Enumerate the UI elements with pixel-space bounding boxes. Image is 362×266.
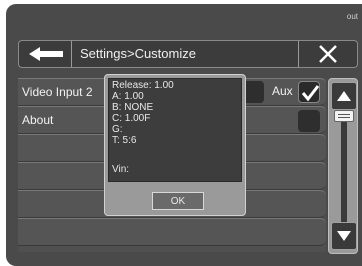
page-title: Settings>Customize (80, 46, 196, 61)
t-version-text: T: 5:6 (112, 135, 137, 146)
a-version-text: A: 1.00 (112, 91, 144, 102)
about-checkbox[interactable] (298, 110, 320, 132)
g-version-text: G: (112, 124, 123, 135)
list-item (18, 218, 326, 246)
b-version-text: B: NONE (112, 102, 154, 113)
scroll-up-button[interactable] (331, 82, 357, 110)
back-button[interactable] (20, 41, 72, 67)
corner-status-text: out (346, 12, 358, 21)
release-text: Release: 1.00 (112, 80, 174, 91)
arrow-left-icon (28, 47, 63, 61)
list-item-label: Video Input 2 (22, 85, 93, 99)
triangle-down-icon (337, 231, 351, 241)
aux-label: Aux (272, 84, 293, 98)
triangle-up-icon (337, 91, 351, 101)
close-icon (318, 45, 337, 63)
vin-text: Vin: (112, 164, 130, 175)
scroll-track (341, 112, 347, 222)
scroll-down-button[interactable] (331, 222, 357, 250)
scroll-thumb[interactable] (334, 110, 354, 122)
list-item-label: About (22, 113, 54, 127)
aux-checkbox[interactable] (298, 81, 320, 103)
close-button[interactable] (298, 41, 356, 67)
checkmark-icon (301, 85, 320, 102)
c-version-text: C: 1.00F (112, 113, 151, 124)
ok-button[interactable]: OK (152, 192, 204, 210)
